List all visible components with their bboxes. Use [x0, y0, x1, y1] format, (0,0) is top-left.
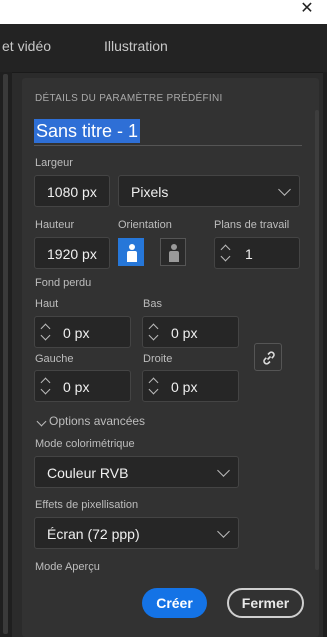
bleed-left-value: 0 px	[63, 379, 90, 395]
width-value: 1080 px	[47, 184, 97, 200]
height-label: Hauteur	[35, 219, 75, 231]
bleed-bottom-label: Bas	[143, 298, 162, 310]
link-bleed-button[interactable]	[254, 343, 282, 371]
close-icon[interactable]: ✕	[299, 0, 315, 20]
right-edge	[323, 72, 327, 637]
tab-video[interactable]: et vidéo	[2, 38, 51, 54]
left-scrollbar[interactable]	[3, 74, 8, 634]
preset-name-underline	[34, 145, 302, 146]
bleed-top-label: Haut	[35, 298, 59, 310]
bleed-right-value: 0 px	[171, 379, 198, 395]
left-scroll-area	[0, 72, 12, 637]
section-title: DÉTAILS DU PARAMÈTRE PRÉDÉFINI	[35, 93, 223, 104]
bleed-right-field[interactable]: 0 px	[142, 370, 239, 402]
chevron-down-icon	[217, 525, 230, 538]
bleed-left-field[interactable]: 0 px	[34, 370, 131, 402]
bleed-label: Fond perdu	[35, 277, 92, 289]
stepper-arrows-icon[interactable]	[219, 241, 233, 265]
stepper-arrows-icon[interactable]	[147, 320, 161, 344]
bleed-top-value: 0 px	[63, 325, 90, 341]
bleed-bottom-field[interactable]: 0 px	[142, 316, 239, 348]
link-icon	[263, 351, 275, 365]
color-mode-value: Couleur RVB	[47, 465, 129, 481]
height-value: 1920 px	[47, 246, 97, 262]
artboards-value: 1	[245, 246, 253, 262]
raster-effects-select[interactable]: Écran (72 ppp)	[34, 517, 239, 549]
category-tabs: et vidéo Illustration	[0, 24, 327, 73]
orientation-label: Orientation	[118, 219, 172, 231]
preview-mode-label: Mode Aperçu	[35, 561, 100, 573]
stepper-arrows-icon[interactable]	[39, 320, 53, 344]
panel-scrollbar[interactable]	[315, 110, 319, 570]
chevron-down-icon	[278, 183, 291, 196]
chevron-down-icon	[217, 464, 230, 477]
unit-select[interactable]: Pixels	[118, 175, 300, 207]
bleed-top-field[interactable]: 0 px	[34, 316, 131, 348]
raster-effects-value: Écran (72 ppp)	[47, 526, 140, 542]
color-mode-select[interactable]: Couleur RVB	[34, 456, 239, 488]
advanced-options-toggle[interactable]: Options avancées	[49, 414, 145, 428]
landscape-icon	[168, 244, 180, 262]
landscape-orientation-button[interactable]	[160, 238, 186, 266]
raster-effects-label: Effets de pixellisation	[35, 499, 139, 511]
bleed-left-label: Gauche	[35, 353, 74, 365]
bleed-right-label: Droite	[143, 353, 173, 365]
height-field[interactable]: 1920 px	[34, 237, 110, 269]
artboards-label: Plans de travail	[214, 219, 290, 231]
portrait-orientation-button[interactable]	[118, 238, 144, 266]
preset-name-input[interactable]: Sans titre - 1	[34, 119, 141, 143]
width-field[interactable]: 1080 px	[34, 175, 110, 207]
stepper-arrows-icon[interactable]	[39, 374, 53, 398]
stepper-arrows-icon[interactable]	[147, 374, 161, 398]
portrait-icon	[126, 244, 138, 262]
create-button[interactable]: Créer	[142, 588, 207, 618]
window-top-bar: ✕	[0, 0, 327, 24]
unit-value: Pixels	[131, 184, 169, 200]
bleed-bottom-value: 0 px	[171, 325, 198, 341]
tab-illustration[interactable]: Illustration	[104, 38, 168, 54]
color-mode-label: Mode colorimétrique	[35, 438, 135, 450]
width-label: Largeur	[35, 157, 73, 169]
artboards-stepper[interactable]: 1	[214, 237, 300, 269]
close-button[interactable]: Fermer	[227, 588, 304, 618]
